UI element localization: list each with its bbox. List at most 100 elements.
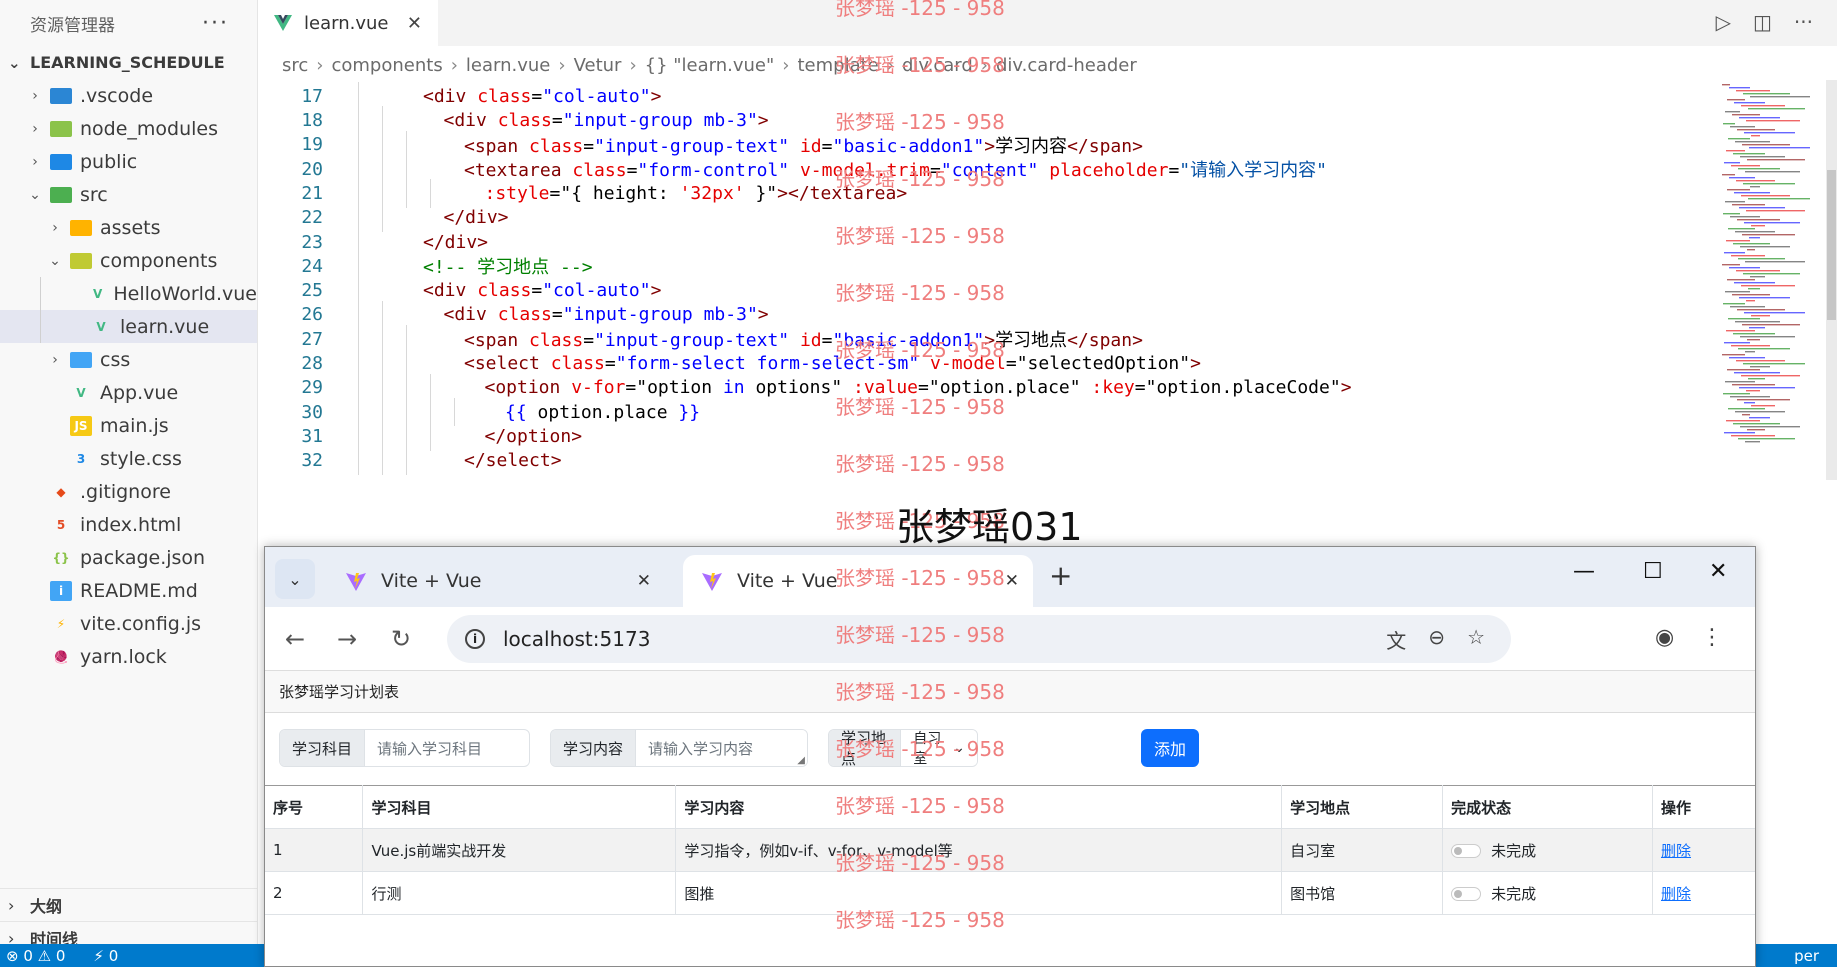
site-info-icon[interactable]: i [465, 629, 485, 649]
vscode-folder-icon [50, 87, 72, 104]
chevron-down-icon: ⌄ [953, 740, 965, 756]
scrollbar-thumb[interactable] [1827, 170, 1836, 320]
tree-item[interactable]: V HelloWorld.vue [0, 277, 257, 310]
tree-item[interactable]: ⌄ components [0, 244, 257, 277]
breadcrumb-item[interactable]: learn.vue [466, 55, 550, 76]
code-line[interactable]: 32 </select> [258, 446, 1718, 475]
editor-scrollbar[interactable] [1826, 80, 1837, 480]
tree-item[interactable]: › node_modules [0, 112, 257, 145]
status-label: 未完成 [1491, 884, 1537, 903]
minimize-icon[interactable]: — [1573, 559, 1595, 584]
breadcrumb-separator-icon: › [886, 54, 894, 76]
close-icon[interactable]: ✕ [637, 571, 651, 591]
tree-item[interactable]: › public [0, 145, 257, 178]
breadcrumb-item[interactable]: src [282, 55, 308, 76]
tree-item[interactable]: Vlearn.vue [0, 310, 257, 343]
code-text: <div class="col-auto"> [423, 280, 662, 302]
code-editor[interactable]: 17 <div class="col-auto"> 18 <div class="in… [258, 82, 1718, 544]
tree-item[interactable]: 5 index.html [0, 508, 257, 541]
minimap-line [1727, 279, 1755, 281]
tree-item[interactable]: JS main.js [0, 409, 257, 442]
status-toggle[interactable] [1451, 844, 1482, 858]
minimap-line [1736, 180, 1775, 182]
run-icon[interactable]: ▷ [1716, 10, 1731, 34]
breadcrumb-item[interactable]: Vetur [574, 55, 622, 76]
web-page: 张梦瑶学习计划表 学习科目 请输入学习科目 学习内容 请输入学习内容 ◢ 学习地点… [265, 671, 1755, 966]
tab-label: learn.vue [304, 12, 389, 34]
tab-search-button[interactable]: ⌄ [275, 559, 315, 599]
tree-item-label: package.json [80, 546, 206, 569]
menu-kebab-icon[interactable]: ⋮ [1701, 625, 1723, 650]
split-editor-icon[interactable]: ◫ [1753, 10, 1772, 34]
tree-item[interactable]: 3 style.css [0, 442, 257, 475]
tree-item[interactable]: ⌄ src [0, 178, 257, 211]
resize-handle-icon[interactable]: ◢ [797, 755, 805, 766]
address-bar[interactable]: i localhost:5173 文 ⊖ ☆ [447, 615, 1511, 663]
ports-indicator[interactable]: ⚡ 0 [93, 947, 118, 965]
code-text: <select class="form-select form-select-s… [464, 353, 1201, 375]
tab-learn-vue[interactable]: learn.vue ✕ [258, 0, 438, 46]
browser-tab-2[interactable]: Vite + Vue ✕ [683, 555, 1033, 607]
tree-item[interactable]: › assets [0, 211, 257, 244]
breadcrumb-item[interactable]: div.card-header [996, 55, 1137, 76]
status-right-item[interactable]: per [1794, 947, 1819, 965]
more-actions-icon[interactable]: ··· [1794, 10, 1813, 34]
subject-input[interactable]: 请输入学习科目 [365, 730, 495, 766]
close-icon[interactable]: ✕ [407, 13, 422, 34]
tree-item[interactable]: {} package.json [0, 541, 257, 574]
indent-guide [406, 446, 407, 475]
problems-indicator[interactable]: ⊗ 0 ⚠ 0 [6, 947, 65, 965]
line-number: 31 [301, 425, 323, 447]
delete-link[interactable]: 删除 [1661, 842, 1691, 860]
tree-item[interactable]: ◆ .gitignore [0, 475, 257, 508]
breadcrumb: src › components › learn.vue › Vetur › {} "learn… [258, 46, 1837, 84]
chevron-right-icon: › [52, 219, 58, 236]
delete-link[interactable]: 删除 [1661, 885, 1691, 903]
line-number: 19 [301, 134, 323, 156]
indent-guide [40, 277, 41, 310]
chevron-right-icon: › [32, 153, 38, 170]
outline-section[interactable]: › 大纲 [0, 888, 258, 921]
tree-item[interactable]: ⚡ vite.config.js [0, 607, 257, 640]
minimap-line [1725, 291, 1750, 293]
close-window-icon[interactable]: ✕ [1709, 559, 1727, 584]
forward-icon[interactable]: → [337, 625, 357, 653]
minimap-line [1726, 420, 1760, 422]
more-actions-icon[interactable]: ··· [202, 11, 229, 36]
breadcrumb-item[interactable]: div.card [902, 55, 973, 76]
breadcrumb-item[interactable]: {} "learn.vue" [645, 55, 775, 76]
content-textarea[interactable]: 请输入学习内容 ◢ [636, 730, 807, 766]
project-root[interactable]: ⌄ LEARNING_SCHEDULE [0, 46, 257, 79]
status-toggle[interactable] [1451, 887, 1482, 901]
new-tab-icon[interactable]: + [1049, 559, 1072, 592]
reload-icon[interactable]: ↻ [391, 625, 411, 653]
table-header-cell: 完成状态 [1442, 785, 1653, 829]
zoom-icon[interactable]: ⊖ [1428, 625, 1445, 654]
outline-label: 大纲 [30, 897, 63, 916]
back-icon[interactable]: ← [285, 625, 305, 653]
minimap-line [1743, 363, 1805, 365]
minimap-line [1741, 195, 1790, 197]
tree-item[interactable]: › css [0, 343, 257, 376]
minimap-line [1743, 273, 1800, 275]
minimap[interactable] [1718, 80, 1823, 460]
minimap-line [1736, 360, 1785, 362]
breadcrumb-item[interactable]: template [797, 55, 878, 76]
tree-item[interactable]: i README.md [0, 574, 257, 607]
close-icon[interactable]: ✕ [1005, 571, 1019, 591]
tree-item-label: src [80, 183, 108, 206]
browser-tab-1[interactable]: Vite + Vue ✕ [327, 555, 665, 607]
bookmark-star-icon[interactable]: ☆ [1467, 625, 1485, 654]
add-button[interactable]: 添加 [1141, 729, 1199, 767]
tree-item[interactable]: › .vscode [0, 79, 257, 112]
profile-avatar[interactable]: ◉ [1655, 625, 1674, 650]
vue-file-icon [274, 15, 292, 31]
tree-item[interactable]: V App.vue [0, 376, 257, 409]
minimap-line [1739, 297, 1790, 299]
tree-item[interactable]: 🧶 yarn.lock [0, 640, 257, 673]
maximize-icon[interactable]: ☐ [1643, 559, 1663, 584]
breadcrumb-item[interactable]: components [331, 55, 442, 76]
translate-icon[interactable]: 文 [1386, 625, 1406, 654]
place-select[interactable]: 自习室 ⌄ [901, 730, 977, 766]
minimap-line [1729, 87, 1750, 89]
